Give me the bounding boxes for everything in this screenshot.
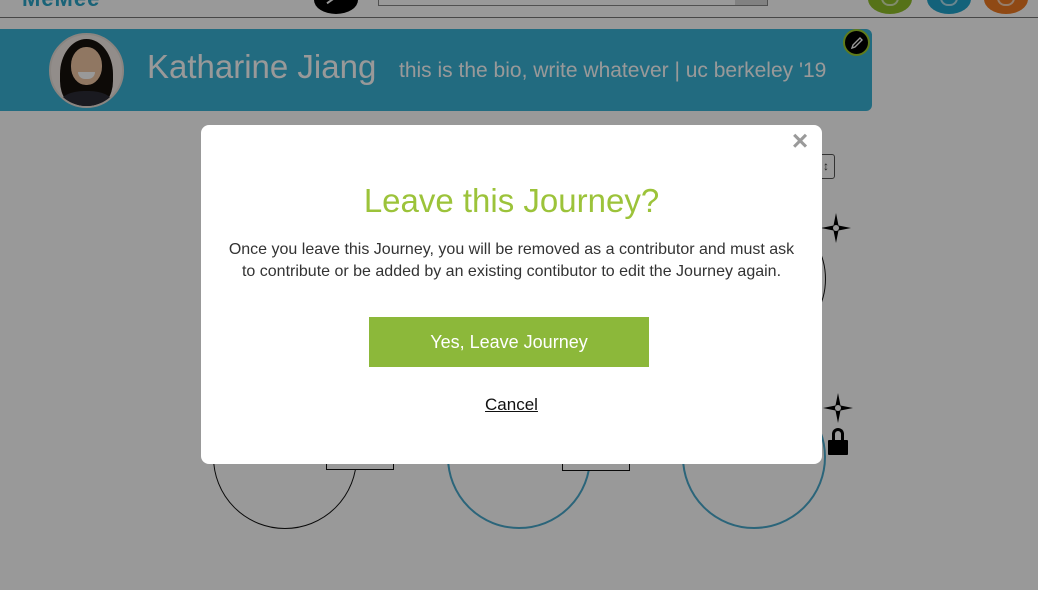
leave-journey-button[interactable]: Yes, Leave Journey bbox=[369, 317, 649, 367]
leave-journey-dialog: × Leave this Journey? Once you leave thi… bbox=[201, 125, 822, 464]
dialog-title: Leave this Journey? bbox=[363, 182, 660, 219]
cancel-link[interactable]: Cancel bbox=[201, 395, 822, 415]
close-icon[interactable]: × bbox=[788, 127, 812, 155]
dialog-message: Once you leave this Journey, you will be… bbox=[228, 241, 795, 280]
